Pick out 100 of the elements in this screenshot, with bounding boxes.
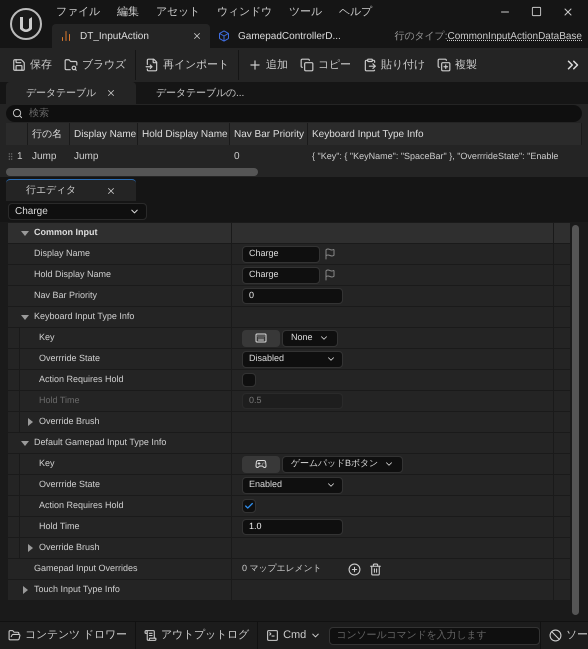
copy-icon <box>300 58 314 72</box>
panel-tab[interactable]: データテーブルの... <box>136 82 266 104</box>
number-field[interactable]: 1.0 <box>242 519 343 535</box>
import-icon <box>145 58 159 72</box>
column-header[interactable]: Hold Display Name <box>138 123 230 145</box>
expanded-arrow-icon[interactable] <box>21 313 29 321</box>
key-capture-button[interactable] <box>242 330 280 346</box>
menu-item[interactable]: 編集 <box>117 4 139 20</box>
folder-search-icon <box>64 58 78 72</box>
key-dropdown[interactable]: ゲームパッドBボタン <box>282 456 404 472</box>
toolbar-button[interactable]: ブラウズ <box>58 51 132 79</box>
vertical-scrollbar[interactable] <box>572 225 578 615</box>
expanded-arrow-icon[interactable] <box>21 229 29 237</box>
property-label: Action Requires Hold <box>39 373 124 386</box>
menu-item[interactable]: アセット <box>156 4 200 20</box>
cmd-dropdown[interactable]: Cmd <box>258 622 330 649</box>
table-icon <box>60 30 72 42</box>
category-label[interactable]: Touch Input Type Info <box>34 583 120 597</box>
text-field[interactable]: Charge <box>242 266 320 284</box>
maximize-icon[interactable] <box>531 6 542 17</box>
menu-item[interactable]: ファイル <box>56 4 100 20</box>
map-count: 0 マップエレメント <box>242 562 323 576</box>
property-label: Nav Bar Priority <box>34 289 98 302</box>
category-label[interactable]: Common Input <box>34 226 98 240</box>
table-cell: { "Key": { "KeyName": "SpaceBar" }, "OverrrideState": "Enable <box>312 151 558 161</box>
toolbar-button[interactable]: 複製 <box>431 51 483 79</box>
toolbar-button[interactable]: 再インポート <box>139 51 235 79</box>
gamepad-icon <box>255 458 267 470</box>
plus-icon <box>248 58 262 72</box>
toolbar-button[interactable]: 追加 <box>242 51 294 79</box>
trash-icon[interactable] <box>369 562 382 576</box>
collapsed-arrow-icon[interactable] <box>21 586 29 594</box>
category-label[interactable]: Override Brush <box>39 541 100 555</box>
row-type-link[interactable]: CommonInputActionDataBase <box>447 28 582 44</box>
keyboard-icon <box>255 332 267 344</box>
column-header[interactable]: 行の名 <box>28 123 70 145</box>
key-capture-button[interactable] <box>242 456 280 472</box>
flag-icon[interactable] <box>324 248 336 260</box>
property-label: Overrride State <box>39 352 100 366</box>
folder-icon <box>8 629 21 642</box>
document-tab[interactable]: DT_InputAction <box>52 24 210 48</box>
property-label: Hold Time <box>39 520 80 534</box>
cube-icon <box>218 30 230 42</box>
category-label[interactable]: Default Gamepad Input Type Info <box>34 436 166 450</box>
terminal-icon <box>266 629 280 642</box>
collapsed-arrow-icon[interactable] <box>26 544 34 552</box>
source-control-button[interactable]: ソー <box>540 622 588 649</box>
table-cell-text: Jump <box>74 150 98 164</box>
horizontal-scrollbar[interactable] <box>6 168 258 176</box>
property-label: Hold Display Name <box>34 268 112 282</box>
close-tab-icon[interactable] <box>106 88 116 98</box>
text-field[interactable]: Charge <box>242 246 320 262</box>
column-header[interactable]: Keyboard Input Type Info <box>308 123 582 145</box>
row-number: 1 <box>17 150 23 164</box>
property-label: Display Name <box>34 247 90 260</box>
app-logo <box>9 7 43 41</box>
row-type-label: 行のタイプ: <box>394 30 448 44</box>
close-tab-icon[interactable] <box>106 186 116 196</box>
log-icon <box>144 629 158 642</box>
state-dropdown[interactable]: Disabled <box>242 350 343 368</box>
property-label: Gamepad Input Overrides <box>34 562 138 576</box>
menu-item[interactable]: ツール <box>289 4 322 20</box>
collapsed-arrow-icon[interactable] <box>26 418 34 426</box>
checkmark-icon <box>244 501 254 511</box>
category-label[interactable]: Keyboard Input Type Info <box>34 310 134 324</box>
state-dropdown[interactable]: Enabled <box>242 476 343 494</box>
checkbox[interactable] <box>242 499 256 513</box>
checkbox[interactable] <box>242 373 256 387</box>
menu-item[interactable]: ウィンドウ <box>217 4 272 20</box>
expanded-arrow-icon[interactable] <box>21 439 29 447</box>
row-select-dropdown[interactable]: Charge <box>8 203 147 220</box>
search-icon <box>12 108 23 119</box>
add-icon[interactable] <box>348 562 361 576</box>
toolbar-button[interactable]: 保存 <box>6 51 58 79</box>
output-log-button[interactable]: アウトプットログ <box>136 622 258 649</box>
column-header[interactable]: Display Name <box>70 123 138 145</box>
document-tab[interactable]: GamepadControllerD... <box>210 24 368 48</box>
property-label: Hold Time <box>39 394 80 408</box>
toolbar-button[interactable]: コピー <box>294 51 357 79</box>
drag-handle-icon[interactable] <box>6 152 15 160</box>
table-cell-text: Jump <box>32 150 56 164</box>
close-icon[interactable] <box>562 6 574 18</box>
number-field[interactable]: 0 <box>242 288 343 304</box>
panel-tab[interactable]: 行エディタ <box>6 179 136 201</box>
prohibited-icon <box>549 629 562 642</box>
table-cell-text: 0 <box>234 150 240 164</box>
flag-icon[interactable] <box>324 269 336 281</box>
save-icon <box>12 58 26 72</box>
duplicate-icon <box>437 58 451 72</box>
category-label[interactable]: Override Brush <box>39 415 100 429</box>
panel-tab[interactable]: データテーブル <box>6 82 136 104</box>
menu-item[interactable]: ヘルプ <box>339 4 372 20</box>
paste-icon <box>363 58 377 72</box>
content-drawer-button[interactable]: コンテンツ ドロワー <box>0 622 136 649</box>
close-tab-icon[interactable] <box>192 31 202 41</box>
toolbar-button[interactable]: 貼り付け <box>357 51 431 79</box>
key-dropdown[interactable]: None <box>282 330 338 346</box>
property-label: Action Requires Hold <box>39 499 124 512</box>
property-label: Overrride State <box>39 478 100 492</box>
column-header[interactable]: Nav Bar Priority <box>230 123 308 145</box>
